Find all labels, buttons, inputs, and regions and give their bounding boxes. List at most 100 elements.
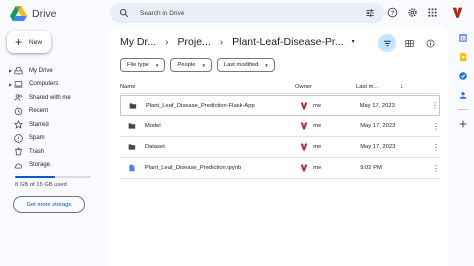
clock-icon xyxy=(14,107,23,115)
more-actions-icon[interactable]: ⋮ xyxy=(431,101,439,110)
modified-date: May 17, 2023 xyxy=(360,123,396,129)
sidebar-item-label: My Drive xyxy=(29,67,53,74)
sidebar-item-label: Computers xyxy=(29,81,59,88)
storage-usage-text: 8 GB of 15 GB used xyxy=(15,182,67,188)
chevron-right-icon: › xyxy=(165,36,169,48)
search-icon[interactable] xyxy=(119,8,129,18)
info-icon xyxy=(426,39,435,47)
main-panel: My Dr... › Proje... › Plant-Leaf-Disease… xyxy=(108,27,448,266)
details-button[interactable] xyxy=(423,36,438,51)
column-header-name[interactable]: Name xyxy=(120,84,295,90)
owner-avatar-icon xyxy=(300,102,308,110)
cloud-icon xyxy=(14,163,23,169)
sidebar-item-shared[interactable]: Shared with me xyxy=(9,91,99,105)
sidebar-item-spam[interactable]: Spam xyxy=(9,132,99,146)
file-list: Plant_Leaf_Disease_Prediction-Flask-App … xyxy=(120,95,440,179)
dropdown-arrow-icon: ▼ xyxy=(154,62,160,68)
owner-cell: me xyxy=(300,102,360,110)
grid-view-button[interactable] xyxy=(402,36,417,51)
sidebar-item-label: Storage xyxy=(29,162,51,169)
table-row[interactable]: Dataset me May 17, 2023 ⋮ xyxy=(120,137,440,158)
shared-icon xyxy=(14,94,22,101)
owner-cell: me xyxy=(300,122,360,130)
sidebar-item-computers[interactable]: ▶ Computers xyxy=(9,78,99,92)
more-actions-icon[interactable]: ⋮ xyxy=(432,164,440,173)
dropdown-arrow-icon: ▼ xyxy=(264,62,269,68)
account-avatar[interactable] xyxy=(450,5,465,20)
chip-label: Last modified xyxy=(223,62,259,68)
calendar-icon[interactable]: 31 xyxy=(458,33,468,43)
header-actions: ? xyxy=(387,7,438,18)
star-icon xyxy=(14,120,23,130)
owner-avatar-icon xyxy=(300,143,308,151)
chip-label: File type xyxy=(127,62,149,68)
drive-logo[interactable]: Drive xyxy=(10,6,57,21)
dropdown-arrow-icon[interactable]: ▼ xyxy=(351,39,356,45)
sidebar-item-recent[interactable]: Recent xyxy=(9,105,99,119)
sidebar-item-starred[interactable]: Starred xyxy=(9,118,99,132)
filter-chip-file-type[interactable]: File type ▼ xyxy=(120,58,166,72)
filter-toggle-button[interactable] xyxy=(378,34,396,52)
colab-file-icon xyxy=(129,164,135,172)
table-row[interactable]: Plant_Leaf_Disease_Prediction.ipynb me 9… xyxy=(120,158,440,179)
owner-name: me xyxy=(313,102,322,109)
get-more-storage-button[interactable]: Get more storage xyxy=(13,196,85,213)
search-options-icon[interactable] xyxy=(365,8,375,18)
contacts-icon[interactable] xyxy=(458,90,468,100)
file-name[interactable]: Dataset xyxy=(145,144,300,150)
chevron-right-icon: › xyxy=(219,36,224,48)
app-name: Drive xyxy=(32,7,57,20)
file-name[interactable]: Plant_Leaf_Disease_Prediction-Flask-App xyxy=(146,103,300,109)
svg-text:31: 31 xyxy=(461,37,465,41)
plus-icon: + xyxy=(15,35,23,49)
apps-grid-icon[interactable] xyxy=(427,7,438,18)
sidebar-item-my-drive[interactable]: ▶ My Drive xyxy=(9,64,99,78)
computer-icon xyxy=(14,80,23,88)
drive-logo-icon xyxy=(10,6,27,21)
sidebar-nav: ▶ My Drive ▶ Computers Shared with me Re… xyxy=(9,64,99,172)
side-panel-rail: 31 xyxy=(458,33,468,129)
breadcrumb: My Dr... › Proje... › Plant-Leaf-Disease… xyxy=(120,36,356,48)
table-row[interactable]: Plant_Leaf_Disease_Prediction-Flask-App … xyxy=(120,95,440,116)
chip-label: People xyxy=(177,62,196,68)
table-header: Name Owner Last m... ↓ xyxy=(120,82,440,94)
breadcrumb-item[interactable]: My Dr... xyxy=(120,36,156,48)
keep-icon[interactable] xyxy=(458,52,468,62)
breadcrumb-current[interactable]: Plant-Leaf-Disease-Pr... xyxy=(232,36,343,48)
sidebar-item-label: Shared with me xyxy=(29,94,71,101)
spam-icon xyxy=(14,134,23,143)
grid-view-icon xyxy=(405,39,414,47)
dropdown-arrow-icon: ▼ xyxy=(201,62,206,68)
modified-date: May 17, 2023 xyxy=(360,144,396,150)
sidebar-item-label: Starred xyxy=(29,121,49,128)
column-header-owner[interactable]: Owner xyxy=(295,84,356,90)
filter-icon xyxy=(383,40,391,46)
filter-chip-last-modified[interactable]: Last modified ▼ xyxy=(216,58,275,72)
search-bar[interactable]: Search in Drive xyxy=(110,3,384,23)
new-button-label: New xyxy=(29,38,43,46)
new-button[interactable]: + New xyxy=(7,31,51,53)
add-addon-icon[interactable] xyxy=(458,119,468,129)
sidebar-item-label: Trash xyxy=(29,148,45,155)
owner-avatar-icon xyxy=(300,164,308,172)
sort-arrow-icon[interactable]: ↓ xyxy=(400,83,404,90)
column-header-modified[interactable]: Last m... xyxy=(356,84,396,90)
folder-icon xyxy=(129,102,137,109)
search-input[interactable]: Search in Drive xyxy=(140,10,365,17)
filter-chip-people[interactable]: People ▼ xyxy=(170,58,212,72)
more-actions-icon[interactable]: ⋮ xyxy=(432,122,440,131)
sidebar-item-trash[interactable]: Trash xyxy=(9,145,99,159)
file-name[interactable]: Plant_Leaf_Disease_Prediction.ipynb xyxy=(145,165,300,171)
breadcrumb-item[interactable]: Proje... xyxy=(178,36,211,48)
more-actions-icon[interactable]: ⋮ xyxy=(432,143,440,152)
table-row[interactable]: Model me May 17, 2023 ⋮ xyxy=(120,116,440,137)
my-drive-icon xyxy=(14,67,23,75)
modified-date: 9:02 PM xyxy=(360,165,382,171)
settings-gear-icon[interactable] xyxy=(407,7,418,18)
tasks-icon[interactable] xyxy=(458,71,468,81)
file-name[interactable]: Model xyxy=(145,123,300,129)
storage-usage-fill xyxy=(15,176,56,178)
owner-cell: me xyxy=(300,143,360,151)
help-icon[interactable]: ? xyxy=(387,7,398,18)
sidebar-item-storage[interactable]: Storage xyxy=(9,159,99,173)
